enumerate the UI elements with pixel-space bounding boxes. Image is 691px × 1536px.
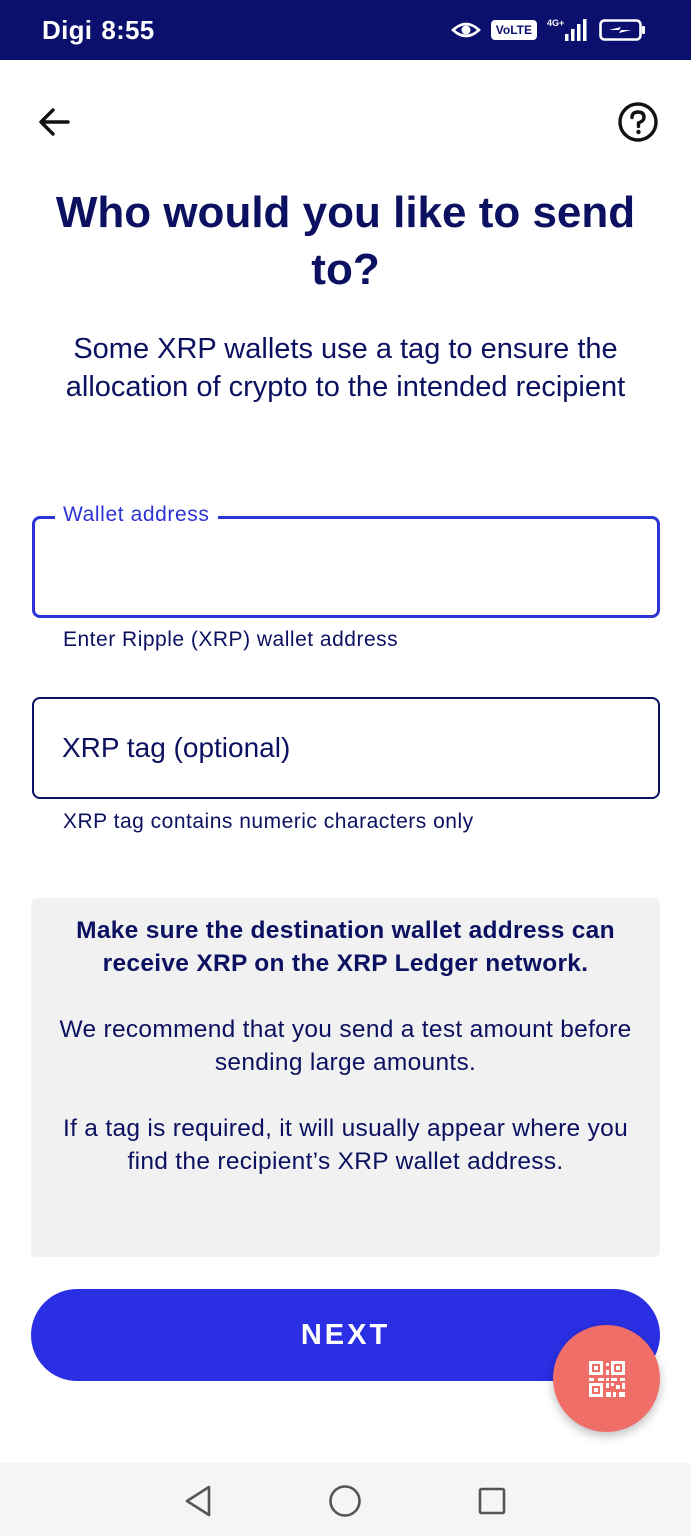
qr-code-icon — [588, 1360, 625, 1397]
square-recents-icon — [478, 1487, 506, 1515]
signal-icon: 4G+ — [547, 17, 589, 43]
wallet-address-field[interactable]: Wallet address — [32, 503, 660, 618]
wallet-address-input[interactable] — [35, 519, 657, 615]
arrow-left-icon — [39, 108, 70, 136]
scan-qr-button[interactable] — [553, 1325, 660, 1432]
back-button[interactable] — [30, 98, 78, 146]
xrp-tag-helper: XRP tag contains numeric characters only — [63, 810, 474, 833]
help-button[interactable] — [614, 98, 662, 146]
carrier-name: Digi — [42, 14, 93, 45]
status-icons: VoLTE 4G+ — [450, 17, 647, 43]
test-amount-recommendation: We recommend that you send a test amount… — [59, 1016, 632, 1076]
destination-warning: Make sure the destination wallet address… — [76, 917, 615, 977]
xrp-tag-input[interactable] — [34, 699, 658, 797]
network-type-label: 4G+ — [547, 18, 564, 28]
volte-badge: VoLTE — [490, 20, 537, 40]
wallet-address-helper: Enter Ripple (XRP) wallet address — [63, 628, 399, 651]
system-home-button[interactable] — [325, 1481, 365, 1521]
status-left: Digi 8:55 — [42, 15, 155, 46]
system-recents-button[interactable] — [472, 1481, 512, 1521]
tag-hint: If a tag is required, it will usually ap… — [62, 1115, 628, 1175]
battery-icon — [599, 18, 647, 42]
eye-icon — [450, 20, 481, 40]
system-nav-bar — [0, 1463, 691, 1536]
circle-home-icon — [329, 1485, 361, 1517]
system-back-button[interactable] — [178, 1481, 218, 1521]
xrp-tag-field[interactable] — [32, 697, 660, 799]
clock: 8:55 — [101, 14, 155, 45]
info-box: Make sure the destination wallet address… — [31, 898, 660, 1257]
page-title: Who would you like to send to? — [55, 188, 636, 294]
triangle-back-icon — [185, 1485, 211, 1517]
status-bar: Digi 8:55 VoLTE 4G+ — [0, 0, 691, 60]
help-circle-icon — [618, 102, 658, 142]
page-subtitle: Some XRP wallets use a tag to ensure the… — [65, 333, 626, 403]
